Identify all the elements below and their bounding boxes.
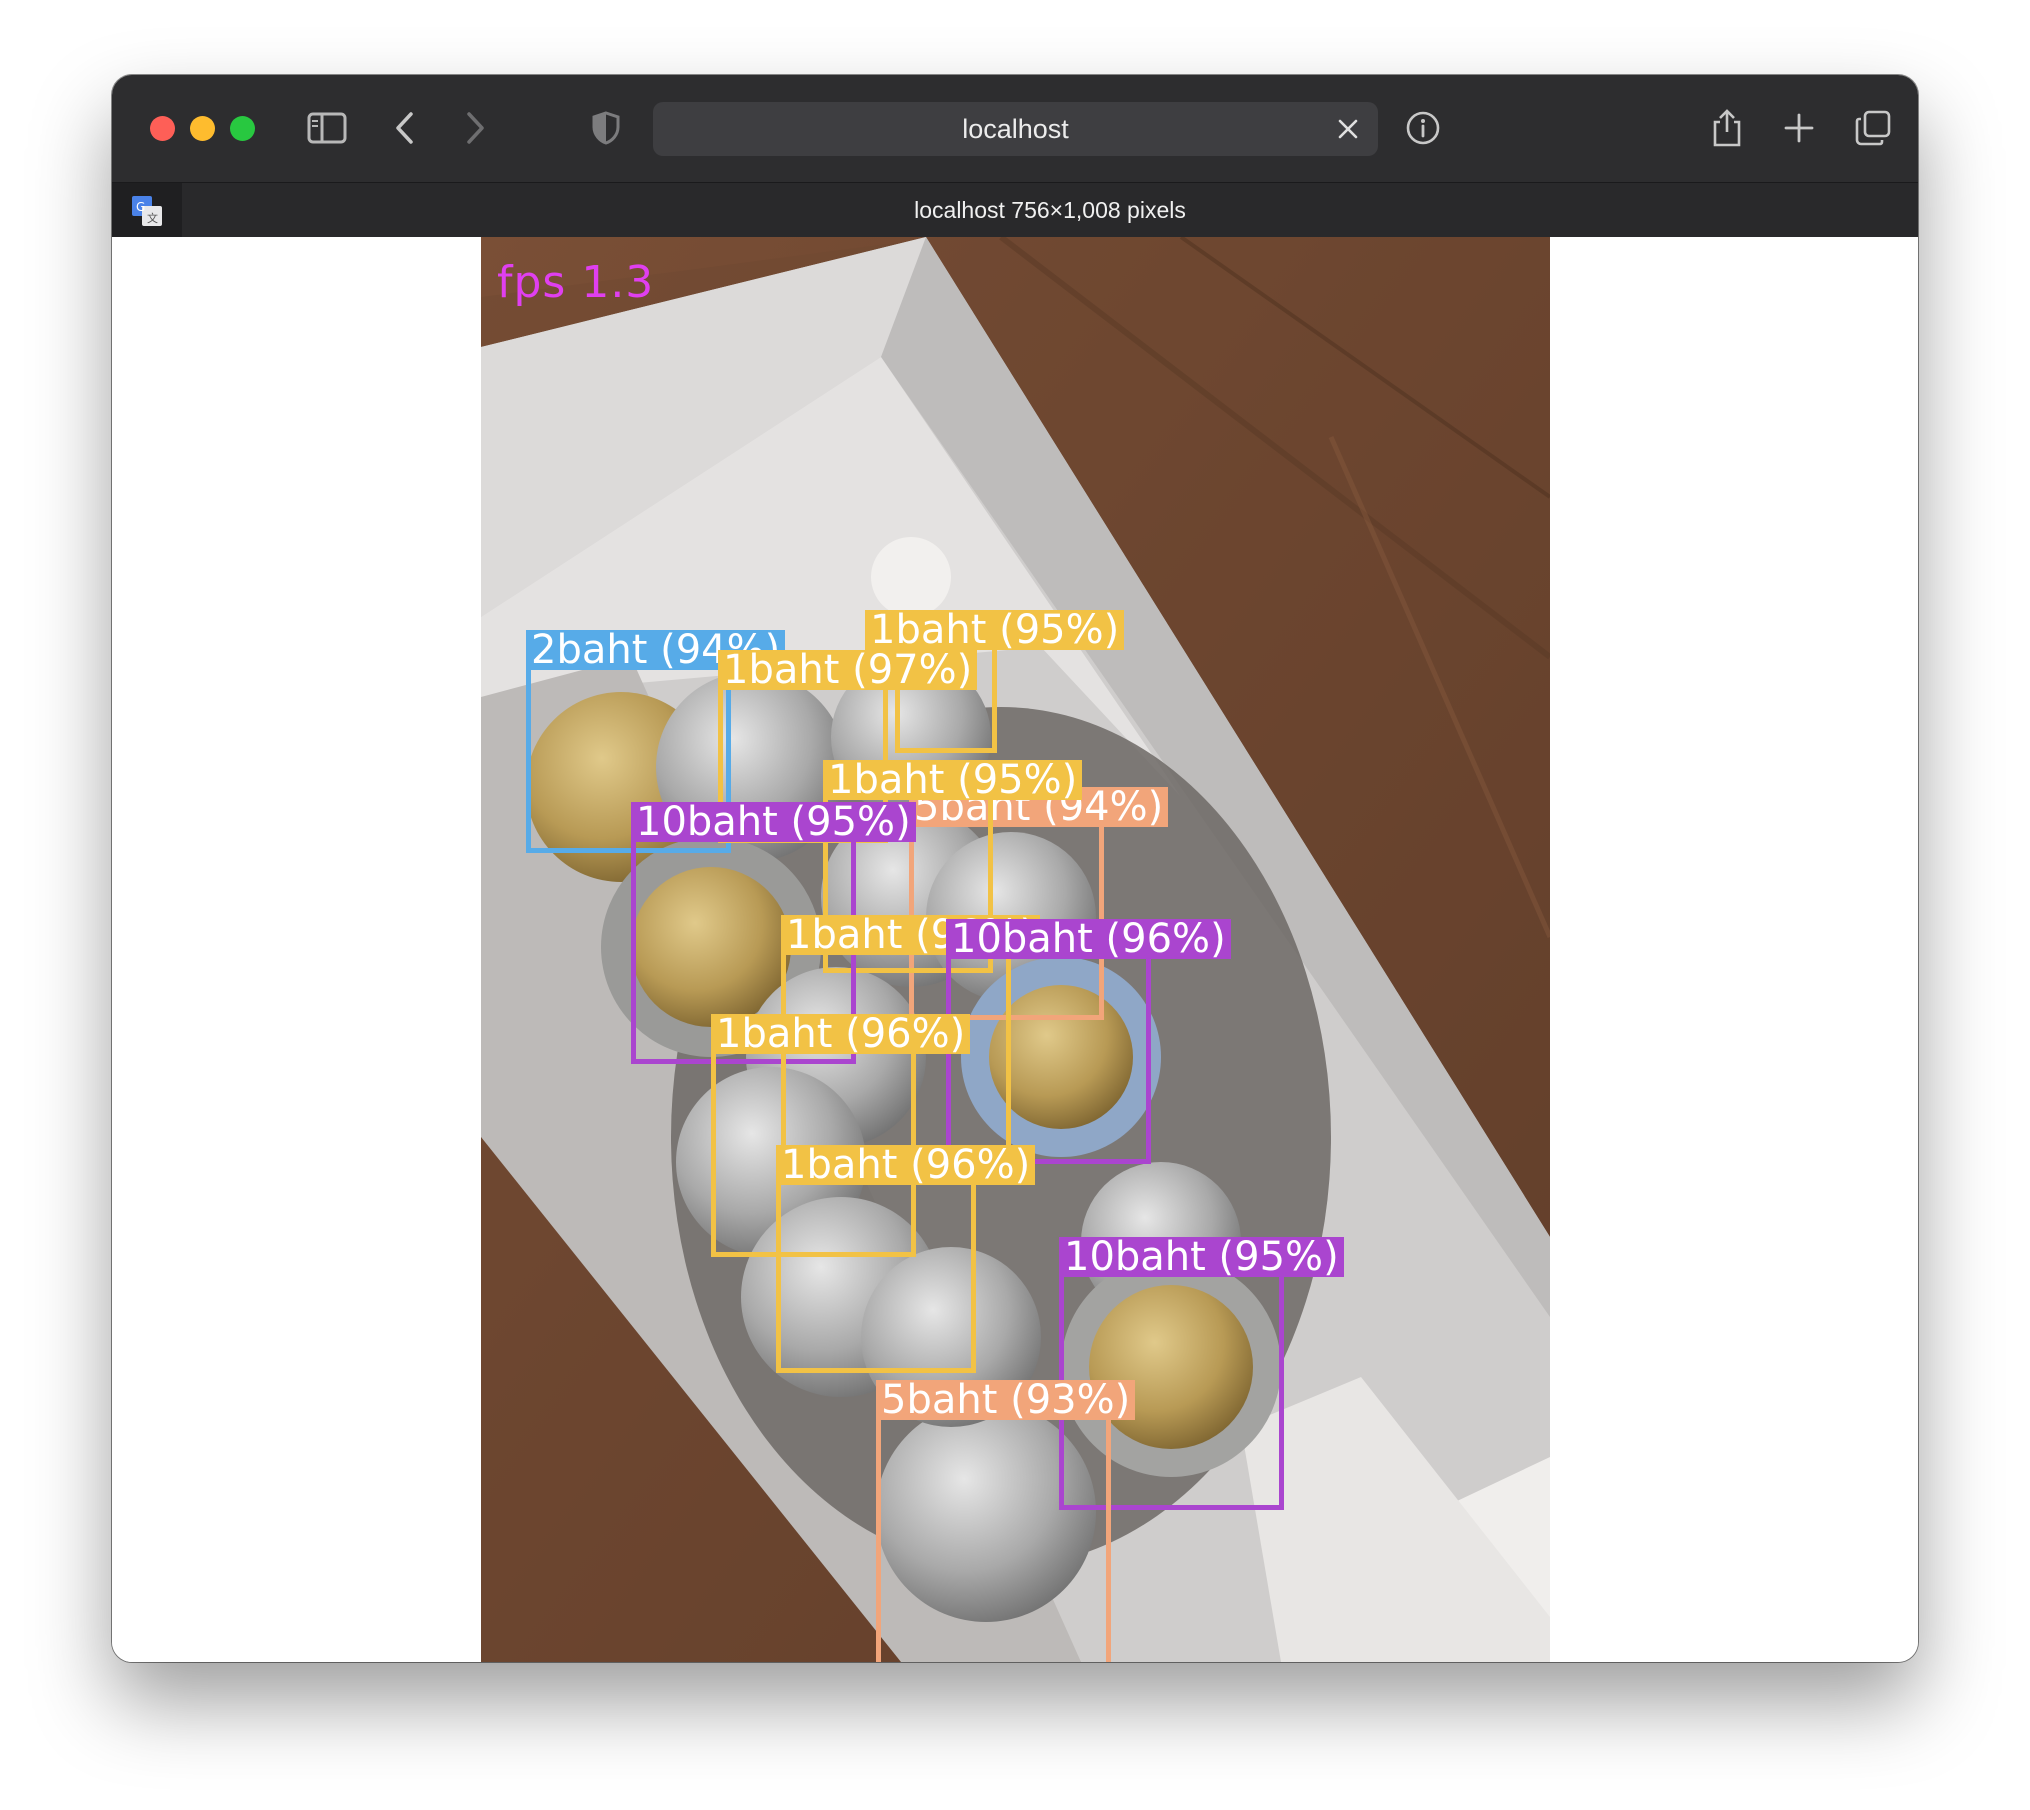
- detection-box: [876, 1415, 1111, 1662]
- detection-label: 10baht (95%): [1059, 1237, 1344, 1277]
- detection-label: 1baht (96%): [776, 1145, 1036, 1185]
- translate-icon[interactable]: G文: [112, 183, 182, 238]
- browser-window: localhost G文 localhost 756×1,008 pixels: [112, 75, 1918, 1662]
- detection-frame: fps 1.3 1baht (95%) 2baht (94%) 1baht (9…: [481, 237, 1550, 1662]
- detection-label: 10baht (95%): [631, 802, 916, 842]
- detection-label: 1baht (97%): [718, 650, 978, 690]
- svg-text:文: 文: [147, 211, 158, 225]
- back-icon[interactable]: [380, 103, 430, 153]
- fps-counter: fps 1.3: [497, 257, 655, 308]
- detection-label: 1baht (95%): [823, 760, 1083, 800]
- tab-title[interactable]: localhost 756×1,008 pixels: [182, 183, 1918, 238]
- shield-icon[interactable]: [581, 103, 631, 153]
- detection-label: 5baht (93%): [876, 1380, 1136, 1420]
- share-icon[interactable]: [1702, 103, 1752, 153]
- maximize-window-button[interactable]: [230, 116, 255, 141]
- detection-box: [946, 954, 1151, 1164]
- sidebar-icon[interactable]: [302, 103, 352, 153]
- detection-label: 1baht (95%): [865, 610, 1125, 650]
- new-tab-icon[interactable]: [1774, 103, 1824, 153]
- address-bar[interactable]: localhost: [653, 102, 1378, 156]
- info-icon[interactable]: [1398, 103, 1448, 153]
- forward-icon[interactable]: [450, 103, 500, 153]
- clear-icon[interactable]: [1328, 109, 1368, 149]
- title-bar: localhost: [112, 75, 1918, 182]
- detection-label: 10baht (96%): [946, 919, 1231, 959]
- page-content: fps 1.3 1baht (95%) 2baht (94%) 1baht (9…: [112, 237, 1918, 1662]
- svg-text:G: G: [136, 200, 145, 214]
- minimize-window-button[interactable]: [190, 116, 215, 141]
- tabs-overview-icon[interactable]: [1848, 103, 1898, 153]
- detection-label: 1baht (96%): [711, 1014, 971, 1054]
- url-text: localhost: [962, 114, 1069, 144]
- tab-bar: G文 localhost 756×1,008 pixels: [112, 182, 1918, 238]
- close-window-button[interactable]: [150, 116, 175, 141]
- detection-box: [776, 1180, 976, 1373]
